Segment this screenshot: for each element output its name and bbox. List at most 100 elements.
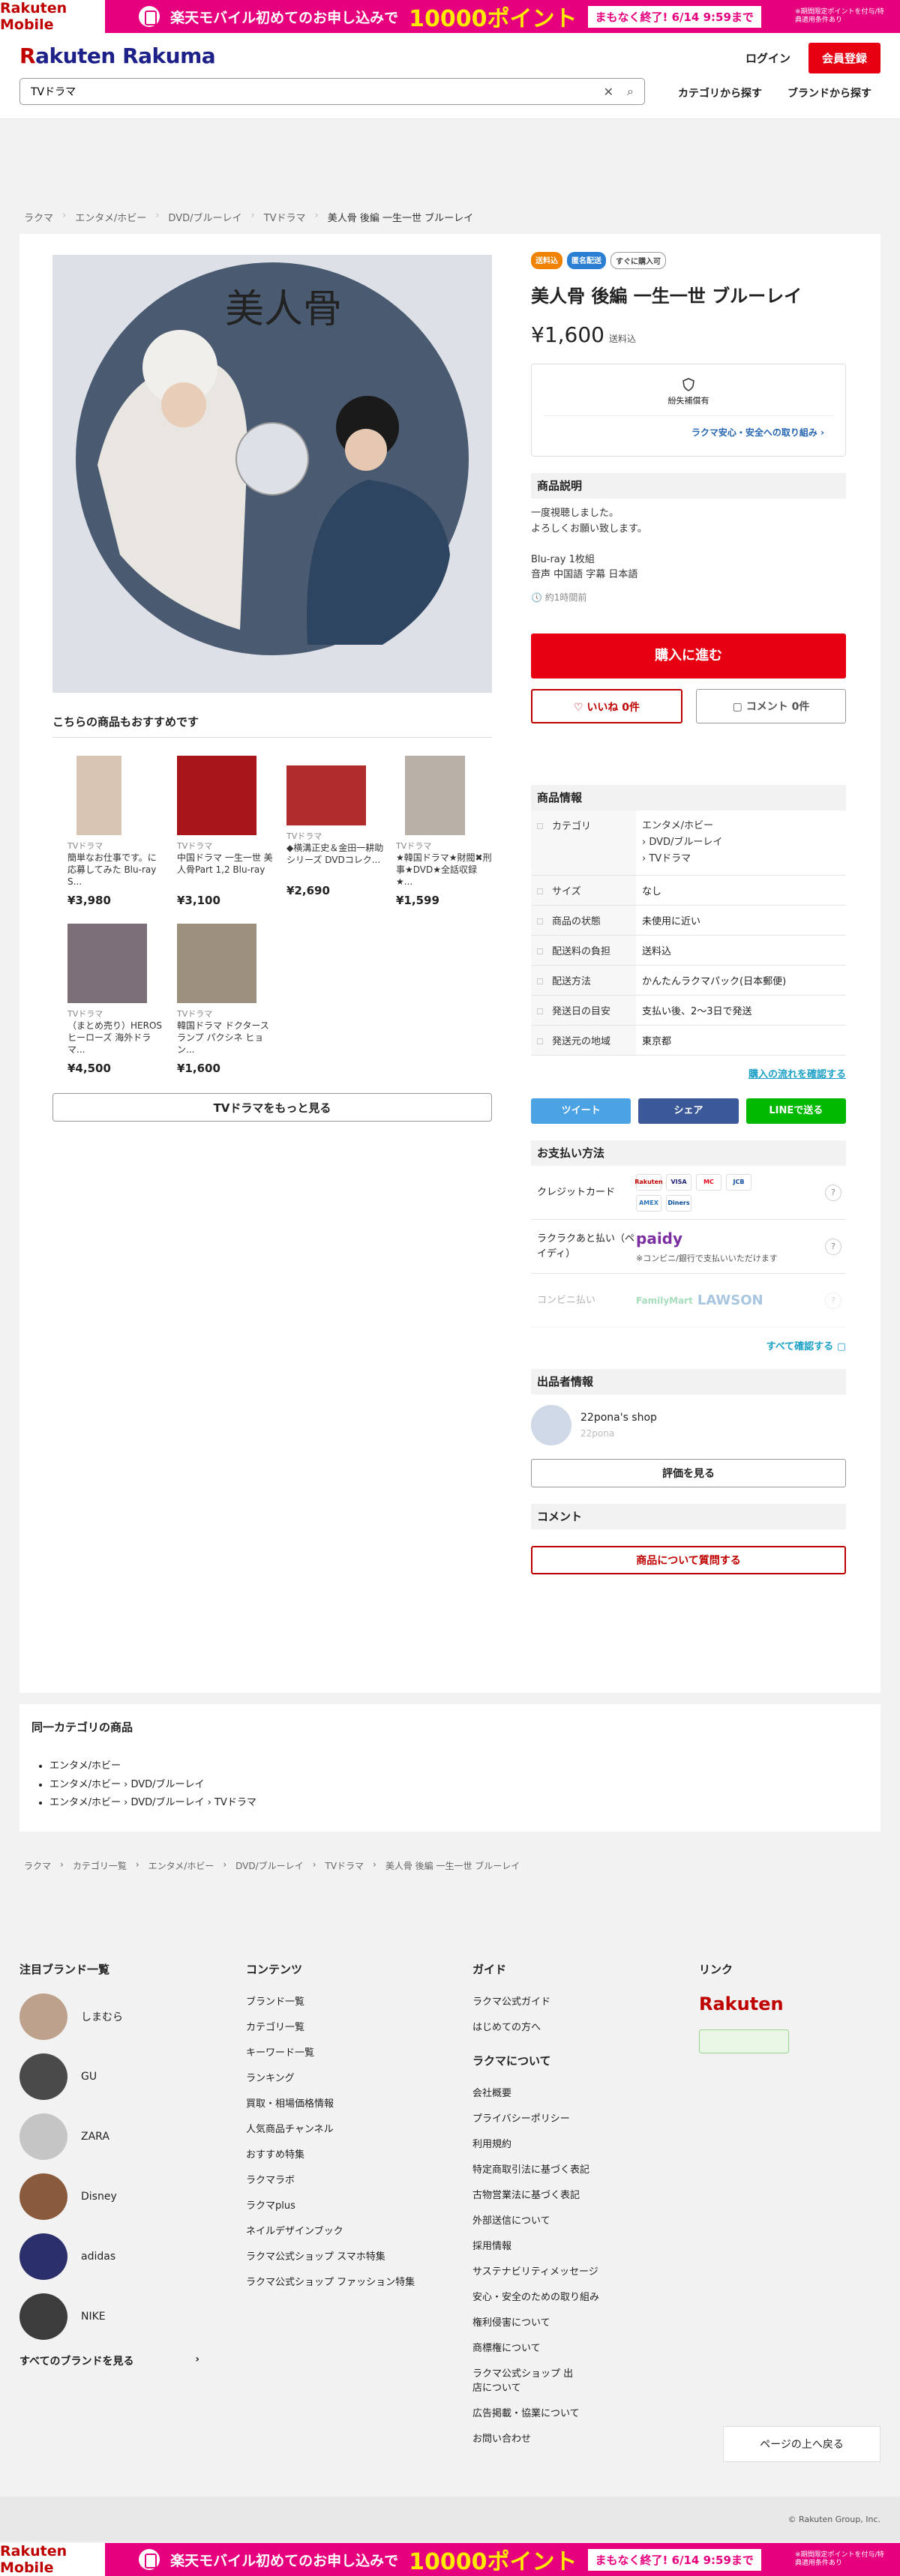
item-category: TVドラマ [177, 841, 213, 851]
brand-item[interactable]: Disney [20, 2173, 200, 2220]
breadcrumb-item[interactable]: DVD/ブルーレイ [236, 1859, 304, 1872]
help-icon[interactable]: ? [825, 1184, 842, 1201]
breadcrumb-item[interactable]: DVD/ブルーレイ [168, 210, 242, 224]
footer-link[interactable]: 権利侵害について [472, 2314, 599, 2329]
banner-points: 10000ポイント [409, 6, 578, 32]
footer-link[interactable]: 広告掲載・協業について [472, 2405, 599, 2419]
footer-link[interactable]: カテゴリ一覧 [246, 2019, 426, 2033]
badge-buy-now: すぐに購入可 [610, 252, 666, 269]
brand-search-link[interactable]: ブランドから探す [788, 85, 872, 100]
breadcrumb-item[interactable]: ラクマ [24, 1859, 51, 1872]
footer-link[interactable]: ラクマ公式ショップ スマホ特集 [246, 2248, 426, 2263]
recommend-item[interactable]: TVドラマ ★韓国ドラマ★財閥✖刑事★DVD★全話収録★... ¥1,599 [396, 756, 494, 907]
back-to-top-button[interactable]: ページの上へ戻る [723, 2426, 880, 2462]
item-info-section: 商品情報 カテゴリ エンタメ/ホビー › DVD/ブルーレイ › TVドラマ サイ… [531, 785, 846, 1080]
footer-link[interactable]: キーワード一覧 [246, 2044, 426, 2059]
twitter-share-button[interactable]: ツイート [531, 1098, 632, 1125]
search-input[interactable] [31, 85, 590, 97]
footer-link[interactable]: 特定商取引法に基づく表記 [472, 2161, 599, 2176]
purchase-flow-link[interactable]: 購入の流れを確認する [531, 1066, 846, 1080]
item-name: 中国ドラマ 一生一世 美人骨Part 1,2 Blu-ray [177, 852, 273, 876]
familymart-logo: FamilyMart [636, 1295, 693, 1306]
all-brands-link[interactable]: すべてのブランドを見る › [20, 2353, 200, 2368]
site-header: Rakuten Rakuma ログイン 会員登録 ✕ ⌕ カテゴリから探す ブラ… [0, 33, 900, 119]
seller-profile[interactable]: 22pona's shop 22pona [531, 1405, 846, 1446]
category-value[interactable]: エンタメ/ホビー › DVD/ブルーレイ › TVドラマ [636, 810, 846, 876]
breadcrumb-item[interactable]: カテゴリ一覧 [73, 1859, 127, 1872]
recommend-item[interactable]: TVドラマ （まとめ売り）HEROS ヒーローズ 海外ドラマ... ¥4,500 [68, 924, 165, 1075]
banner-ending: まもなく終了! 6/14 9:59まで [587, 2548, 761, 2571]
footer-link[interactable]: はじめての方へ [472, 2019, 599, 2033]
footer-link[interactable]: ラクマplus [246, 2197, 426, 2212]
breadcrumb-item[interactable]: ラクマ [24, 210, 53, 224]
brand-item[interactable]: ZARA [20, 2113, 200, 2160]
safety-link[interactable]: ラクマ安心・安全への取り組み › [692, 426, 824, 439]
footer-link[interactable]: おすすめ特集 [246, 2146, 426, 2161]
footer-link[interactable]: ブランド一覧 [246, 1993, 426, 2008]
like-button[interactable]: ♡ いいね 0件 [531, 689, 682, 724]
footer-link[interactable]: ネイルデザインブック [246, 2223, 426, 2237]
comment-button[interactable]: ▢ コメント 0件 [696, 689, 846, 724]
footer-link[interactable]: ラクマ公式ショップ 出店について [472, 2365, 578, 2394]
footer-link[interactable]: 採用情報 [472, 2238, 599, 2252]
footer-link[interactable]: 会社概要 [472, 2085, 599, 2099]
rakuma-logo[interactable]: Rakuten Rakuma [20, 43, 216, 68]
footer-link[interactable]: ラクマ公式ガイド [472, 1993, 599, 2008]
banner-text: 楽天モバイル初めてのお申し込みで [170, 2552, 399, 2569]
breadcrumb-item[interactable]: TVドラマ [326, 1859, 364, 1872]
footer-link[interactable]: ラクマ公式ショップ ファッション特集 [246, 2274, 426, 2288]
all-payment-link[interactable]: すべて確認する ▢ [531, 1338, 846, 1352]
rakuten-card-icon: Rakuten [634, 1173, 663, 1191]
phone-icon [139, 2549, 160, 2570]
recommend-item[interactable]: TVドラマ 中国ドラマ 一生一世 美人骨Part 1,2 Blu-ray ¥3,… [177, 756, 274, 907]
category-search-link[interactable]: カテゴリから探す [678, 85, 762, 100]
recommend-item[interactable]: TVドラマ 韓国ドラマ ドクタースランプ パクシネ ヒョン... ¥1,600 [177, 924, 274, 1075]
brand-item[interactable]: GU [20, 2053, 200, 2100]
product-photo[interactable]: 美人骨 [52, 255, 492, 693]
breadcrumb-item[interactable]: TVドラマ [264, 210, 306, 224]
footer-link[interactable]: ラクマラボ [246, 2172, 426, 2186]
view-reviews-button[interactable]: 評価を見る [531, 1459, 846, 1488]
rakuten-logo[interactable]: Rakuten [699, 1993, 789, 2014]
footer-link[interactable]: お問い合わせ [472, 2431, 599, 2445]
brand-item[interactable]: adidas [20, 2233, 200, 2280]
ask-question-button[interactable]: 商品について質問する [531, 1546, 846, 1575]
brand-item[interactable]: NIKE [20, 2293, 200, 2340]
banner-note: ※期間限定ポイントを付与/特典適用条件あり [795, 8, 884, 24]
help-icon[interactable]: ? [825, 1238, 842, 1255]
facebook-share-button[interactable]: シェア [638, 1098, 739, 1125]
breadcrumb-item[interactable]: エンタメ/ホビー [148, 1859, 214, 1872]
item-name: ★韓国ドラマ★財閥✖刑事★DVD★全話収録★... [396, 852, 492, 888]
footer-link[interactable]: 利用規約 [472, 2136, 599, 2150]
promo-banner[interactable]: Rakuten Mobile 楽天モバイル初めてのお申し込みで 10000ポイン… [0, 0, 900, 33]
recommend-item[interactable]: TVドラマ 簡単なお仕事です。に応募してみた Blu-ray S... ¥3,9… [68, 756, 165, 907]
footer-link[interactable]: サステナビリティメッセージ [472, 2263, 599, 2278]
breadcrumb-item[interactable]: エンタメ/ホビー [75, 210, 146, 224]
footer-link[interactable]: 人気商品チャンネル [246, 2121, 426, 2135]
clear-icon[interactable]: ✕ [604, 85, 614, 99]
list-item[interactable]: エンタメ/ホビー [50, 1757, 868, 1776]
signup-button[interactable]: 会員登録 [808, 43, 880, 73]
footer-link[interactable]: 商標権について [472, 2340, 599, 2354]
list-item[interactable]: エンタメ/ホビー › DVD/ブルーレイ › TVドラマ [50, 1794, 868, 1813]
eco-badge-icon[interactable] [699, 2029, 789, 2053]
help-icon[interactable]: ? [825, 1292, 842, 1309]
buy-button[interactable]: 購入に進む [531, 634, 846, 679]
footer-link[interactable]: 古物営業法に基づく表記 [472, 2187, 599, 2201]
promo-banner-bottom[interactable]: Rakuten Mobile 楽天モバイル初めてのお申し込みで 10000ポイン… [0, 2543, 900, 2576]
line-share-button[interactable]: LINEで送る [746, 1098, 846, 1125]
login-link[interactable]: ログイン [746, 50, 790, 66]
about-heading: ラクマについて [472, 2054, 551, 2068]
recommend-item[interactable]: TVドラマ ◆横溝正史＆金田一耕助シリーズ DVDコレク... ¥2,690 [286, 756, 384, 907]
search-icon[interactable]: ⌕ [627, 84, 634, 99]
list-item[interactable]: エンタメ/ホビー › DVD/ブルーレイ [50, 1776, 868, 1795]
footer-link[interactable]: ランキング [246, 2070, 426, 2084]
footer-link[interactable]: 安心・安全のための取り組み [472, 2289, 599, 2303]
seller-name: 22pona's shop [580, 1412, 657, 1424]
same-category-section: 同一カテゴリの商品 エンタメ/ホビー エンタメ/ホビー › DVD/ブルーレイ … [20, 1704, 880, 1832]
footer-link[interactable]: 買取・相場価格情報 [246, 2095, 426, 2110]
footer-link[interactable]: 外部送信について [472, 2212, 599, 2227]
more-tv-drama-button[interactable]: TVドラマをもっと見る [52, 1093, 492, 1122]
brand-item[interactable]: しまむら [20, 1993, 200, 2040]
footer-link[interactable]: プライバシーポリシー [472, 2110, 599, 2125]
